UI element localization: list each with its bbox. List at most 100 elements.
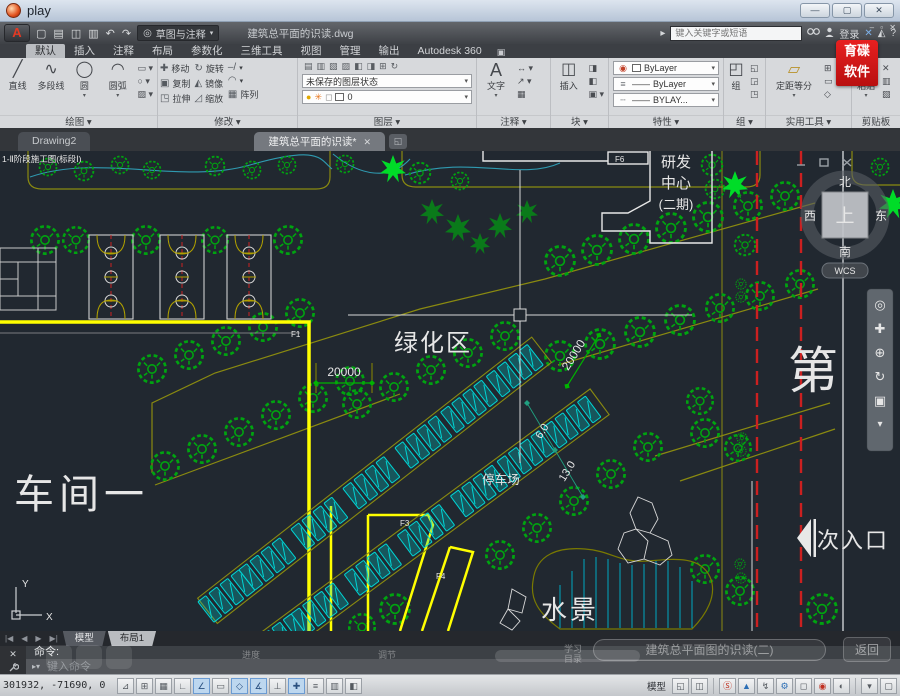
clean-screen-icon[interactable]: ▢ (880, 678, 897, 694)
polyline-button[interactable]: ∿多段线 (35, 60, 66, 115)
text-button[interactable]: A文字▾ (479, 60, 513, 115)
edit-block-button[interactable]: ◧ (586, 75, 606, 87)
trim-button[interactable]: –/▾ (228, 62, 258, 73)
drawing-canvas[interactable]: 20000 20000 6.0 13.0 1-Ⅱ阶段施工图(标段Ⅰ) 绿化区 车… (0, 151, 900, 631)
layer-state-dropdown[interactable]: 未保存的图层状态▾ (302, 74, 472, 88)
acad-window-controls[interactable]: ‒ ▫ ✕ (870, 23, 898, 32)
tab-home[interactable]: 默认 (26, 44, 65, 58)
leader-button[interactable]: ↗ ▾ (515, 75, 535, 87)
command-input-row[interactable]: ▸▾ (26, 659, 900, 674)
table-button[interactable]: ▦ (515, 88, 535, 100)
grid-toggle[interactable]: ▦ (155, 678, 172, 694)
group-button[interactable]: ◰组 (726, 60, 746, 115)
color-dropdown[interactable]: ◉ByLayer▾ (613, 61, 719, 75)
tpy-toggle[interactable]: ▥ (326, 678, 343, 694)
linetype-dropdown[interactable]: ┄—— BYLAY...▾ (613, 93, 719, 107)
workspace-dropdown[interactable]: ◎ 草图与注释 ▾ (137, 25, 219, 41)
ghost-back-button[interactable]: 返回 (843, 637, 891, 662)
prev-tab-icon[interactable]: ◀ (18, 634, 30, 643)
command-close-icon[interactable]: ✕ (9, 649, 17, 660)
measure-button[interactable]: ▱定距等分▾ (768, 60, 820, 115)
rotate-button[interactable]: ↻旋转 (194, 62, 223, 75)
acad-logo-button[interactable]: A (4, 24, 30, 42)
rectangle-button[interactable]: ▭ ▾ (135, 62, 155, 74)
panel-clipboard-label[interactable]: 剪贴板 (852, 115, 900, 128)
undo-icon[interactable]: ↶ (104, 27, 117, 40)
layer-dropdown[interactable]: ●✳◻0▾ (302, 90, 472, 104)
paste-special-icon[interactable]: ▧ (880, 88, 893, 100)
layer-tools-row[interactable]: ▤▥▧▨◧◨⊞↻ (302, 61, 472, 72)
tab-insert[interactable]: 插入 (65, 44, 104, 58)
dyn-toggle[interactable]: ✚ (288, 678, 305, 694)
id-point-button[interactable]: ◇ (822, 88, 835, 100)
tab-output[interactable]: 输出 (370, 44, 409, 58)
dimension-button[interactable]: ↔ ▾ (515, 62, 535, 74)
tab-manage[interactable]: 管理 (331, 44, 370, 58)
copy-clip-icon[interactable]: ▥ (880, 75, 893, 87)
last-tab-icon[interactable]: ▶| (47, 634, 61, 643)
panel-draw-label[interactable]: 绘图 ▾ (0, 115, 157, 128)
lock-icon[interactable]: ◻ (795, 678, 812, 694)
model-tab[interactable]: 模型 (63, 631, 106, 646)
ghost-prev-button[interactable] (46, 645, 72, 669)
otrack-toggle[interactable]: ∡ (250, 678, 267, 694)
new-tab-button[interactable]: ◱ (389, 134, 407, 149)
group-edit-button[interactable]: ◲ (748, 75, 761, 87)
next-tab-icon[interactable]: ▶ (32, 634, 44, 643)
quickcalc-button[interactable]: ▭ (822, 75, 835, 87)
line-button[interactable]: ╱直线 (2, 60, 33, 115)
file-tab-current[interactable]: 建筑总平面的识读* ✕ (254, 132, 385, 151)
polar-toggle[interactable]: ∠ (193, 678, 210, 694)
panel-utilities-label[interactable]: 实用工具 ▾ (766, 115, 851, 128)
redo-icon[interactable]: ↷ (120, 27, 133, 40)
group-select-button[interactable]: ◳ (748, 88, 761, 100)
hatch-button[interactable]: ▨ ▾ (135, 88, 155, 100)
minimize-button[interactable]: — (800, 3, 830, 18)
autoscale-icon[interactable]: ↯ (757, 678, 774, 694)
tab-layout[interactable]: 布局 (143, 44, 182, 58)
first-tab-icon[interactable]: |◀ (2, 634, 16, 643)
maximize-button[interactable]: ▢ (832, 3, 862, 18)
copy-button[interactable]: ▣复制 (160, 77, 190, 90)
qp-toggle[interactable]: ◧ (345, 678, 362, 694)
ellipse-button[interactable]: ○ ▾ (135, 75, 155, 87)
annotation-visibility-icon[interactable]: ▲ (738, 678, 755, 694)
panel-block-label[interactable]: 块 ▾ (551, 115, 608, 128)
command-input[interactable] (45, 660, 894, 674)
close-tab-icon[interactable]: ✕ (363, 133, 371, 151)
tab-3dtools[interactable]: 三维工具 (232, 44, 292, 58)
open-icon[interactable]: ▤ (51, 27, 65, 40)
viewcube[interactable]: 上 北 南 西 东 WCS (804, 175, 887, 278)
tab-annotate[interactable]: 注释 (104, 44, 143, 58)
isolate-icon[interactable]: ◐ (833, 678, 850, 694)
scale-button[interactable]: ◿缩放 (194, 92, 223, 105)
block-attr-button[interactable]: ▣ ▾ (586, 88, 606, 100)
new-icon[interactable]: ▢ (34, 27, 48, 40)
mirror-button[interactable]: ◭镜像 (194, 77, 223, 90)
osnap3d-toggle[interactable]: ◇ (231, 678, 248, 694)
fillet-button[interactable]: ◠▾ (228, 75, 258, 86)
move-button[interactable]: ✚移动 (160, 62, 190, 75)
command-prompt-icon[interactable]: ▸▾ (32, 662, 40, 671)
osnap-toggle[interactable]: ▭ (212, 678, 229, 694)
lwt-toggle[interactable]: ≡ (307, 678, 324, 694)
infer-toggle[interactable]: ⊿ (117, 678, 134, 694)
ghost-pause-button[interactable] (76, 645, 102, 669)
cut-icon[interactable]: ✕ (880, 62, 893, 74)
panel-annotation-label[interactable]: 注释 ▾ (477, 115, 550, 128)
status-menu-icon[interactable]: ▾ (861, 678, 878, 694)
binoculars-icon[interactable] (807, 27, 820, 39)
pan-icon[interactable]: ✚ (875, 321, 886, 336)
tab-autodesk360[interactable]: Autodesk 360 (409, 44, 491, 58)
ungroup-button[interactable]: ◱ (748, 62, 761, 74)
drawing-quickview-icon[interactable]: ◫ (691, 678, 708, 694)
signin-link[interactable]: 登录 (839, 26, 859, 41)
help-search-input[interactable] (670, 26, 802, 41)
steering-wheel-icon[interactable]: ◎ (874, 297, 885, 312)
panel-properties-label[interactable]: 特性 ▾ (609, 115, 723, 128)
ghost-lesson-pill[interactable]: 建筑总平面图的识读(二) (593, 639, 826, 661)
save-icon[interactable]: ◫ (69, 27, 83, 40)
panel-modify-label[interactable]: 修改 ▾ (158, 115, 297, 128)
trusted-autodesk-icon[interactable]: ◉ (814, 678, 831, 694)
file-tab-drawing2[interactable]: Drawing2 (18, 132, 90, 151)
